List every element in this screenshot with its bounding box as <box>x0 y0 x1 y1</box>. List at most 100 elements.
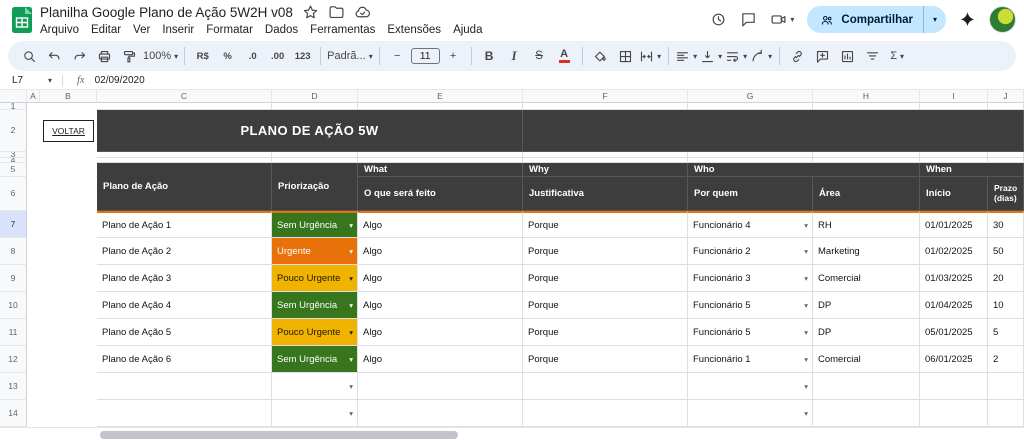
name-box[interactable]: L7▾ <box>0 75 58 86</box>
cell[interactable] <box>358 103 523 110</box>
format-currency-button[interactable]: R$ <box>191 44 214 68</box>
header-group-what[interactable]: What <box>358 163 523 177</box>
font-select[interactable]: Padrã...▾ <box>327 44 373 68</box>
header-group-who[interactable]: Who <box>688 163 920 177</box>
cell-why[interactable]: Porque <box>523 211 688 238</box>
cell-por-quem-dropdown[interactable]: Funcionário 1▾ <box>688 346 813 373</box>
row-header-13[interactable]: 13 <box>0 373 27 400</box>
cell[interactable] <box>920 400 988 427</box>
voltar-button[interactable]: VOLTAR <box>43 120 94 142</box>
header-priorizacao[interactable]: Priorização <box>272 163 358 211</box>
cell-prioridade-dropdown[interactable]: Urgente▾ <box>272 238 358 265</box>
column-header-h[interactable]: H <box>813 90 920 103</box>
increase-decimal-button[interactable]: .00 <box>266 44 289 68</box>
cell-por-quem-dropdown[interactable]: ▾ <box>688 373 813 400</box>
cell-why[interactable]: Porque <box>523 346 688 373</box>
cell-what[interactable]: Algo <box>358 292 523 319</box>
more-formats-button[interactable]: 123 <box>291 44 314 68</box>
cell-plano[interactable]: Plano de Ação 4 <box>97 292 272 319</box>
bold-button[interactable]: B <box>478 44 501 68</box>
cell[interactable] <box>813 103 920 110</box>
cell[interactable] <box>523 373 688 400</box>
cell[interactable] <box>523 400 688 427</box>
cell-por-quem-dropdown[interactable]: Funcionário 5▾ <box>688 292 813 319</box>
header-plano[interactable]: Plano de Ação <box>97 163 272 211</box>
column-header-i[interactable]: I <box>920 90 988 103</box>
cell-area[interactable]: DP <box>813 319 920 346</box>
cell[interactable] <box>920 103 988 110</box>
select-all-corner[interactable] <box>0 90 27 103</box>
sheets-logo-icon[interactable] <box>11 6 33 34</box>
cell-por-quem-dropdown[interactable]: Funcionário 2▾ <box>688 238 813 265</box>
cell-inicio[interactable]: 06/01/2025 <box>920 346 988 373</box>
cell[interactable] <box>688 103 813 110</box>
cell[interactable] <box>523 103 688 110</box>
cell[interactable] <box>813 400 920 427</box>
cell-prioridade-dropdown[interactable]: Pouco Urgente▾ <box>272 319 358 346</box>
text-color-button[interactable]: A <box>553 44 576 68</box>
cell-prioridade-dropdown[interactable]: Sem Urgência▾ <box>272 292 358 319</box>
horizontal-scrollbar[interactable] <box>0 427 1024 441</box>
cell[interactable] <box>988 400 1024 427</box>
row-header-8[interactable]: 8 <box>0 238 27 265</box>
cell-prioridade-dropdown[interactable]: Pouco Urgente▾ <box>272 265 358 292</box>
cell-prioridade-dropdown[interactable]: ▾ <box>272 400 358 427</box>
borders-button[interactable] <box>614 44 637 68</box>
row-header-14[interactable]: 14 <box>0 400 27 427</box>
formula-input[interactable]: 02/09/2020 <box>95 75 145 86</box>
header-prazo[interactable]: Prazo (dias) <box>988 177 1024 211</box>
cell-plano[interactable]: Plano de Ação 3 <box>97 265 272 292</box>
menu-formatar[interactable]: Formatar <box>200 22 259 38</box>
gemini-sparkle-icon[interactable] <box>959 11 976 28</box>
text-wrap-button[interactable]: ▾ <box>725 44 748 68</box>
column-header-a[interactable]: A <box>27 90 40 103</box>
cell-area[interactable]: DP <box>813 292 920 319</box>
cell-plano[interactable]: Plano de Ação 1 <box>97 211 272 238</box>
horizontal-align-button[interactable]: ▾ <box>675 44 698 68</box>
cell-prazo[interactable]: 50 <box>988 238 1024 265</box>
menu-extensoes[interactable]: Extensões <box>381 22 447 38</box>
cell-por-quem-dropdown[interactable]: Funcionário 4▾ <box>688 211 813 238</box>
zoom-select[interactable]: 100%▾ <box>143 44 178 68</box>
undo-button[interactable] <box>43 44 66 68</box>
doc-title[interactable]: Planilha Google Plano de Ação 5W2H v08 <box>40 5 293 20</box>
insert-comment-button[interactable] <box>811 44 834 68</box>
scrollbar-thumb[interactable] <box>100 431 458 439</box>
cell-area[interactable]: RH <box>813 211 920 238</box>
cell-plano[interactable]: Plano de Ação 2 <box>97 238 272 265</box>
cell-what[interactable]: Algo <box>358 319 523 346</box>
cell[interactable] <box>988 373 1024 400</box>
menu-dados[interactable]: Dados <box>259 22 304 38</box>
row-header-12[interactable]: 12 <box>0 346 27 373</box>
format-percent-button[interactable]: % <box>216 44 239 68</box>
strikethrough-button[interactable]: S <box>528 44 551 68</box>
menu-editar[interactable]: Editar <box>85 22 127 38</box>
increase-font-size-button[interactable]: + <box>442 44 465 68</box>
cell[interactable] <box>988 103 1024 110</box>
table-title[interactable]: PLANO DE AÇÃO 5W <box>97 110 523 152</box>
cell-por-quem-dropdown[interactable]: Funcionário 3▾ <box>688 265 813 292</box>
cell-inicio[interactable]: 01/04/2025 <box>920 292 988 319</box>
cell-por-quem-dropdown[interactable]: Funcionário 5▾ <box>688 319 813 346</box>
cell-why[interactable]: Porque <box>523 319 688 346</box>
cell-inicio[interactable]: 01/02/2025 <box>920 238 988 265</box>
cell[interactable] <box>358 400 523 427</box>
column-header-j[interactable]: J <box>988 90 1024 103</box>
cell-area[interactable]: Comercial <box>813 346 920 373</box>
cell[interactable] <box>272 103 358 110</box>
cell-why[interactable]: Porque <box>523 238 688 265</box>
cell-por-quem-dropdown[interactable]: ▾ <box>688 400 813 427</box>
header-por-quem[interactable]: Por quem <box>688 177 813 211</box>
cell-what[interactable]: Algo <box>358 211 523 238</box>
cell-why[interactable]: Porque <box>523 265 688 292</box>
menu-ferramentas[interactable]: Ferramentas <box>304 22 381 38</box>
cell[interactable] <box>97 103 272 110</box>
print-button[interactable] <box>93 44 116 68</box>
column-header-b[interactable]: B <box>40 90 97 103</box>
column-header-e[interactable]: E <box>358 90 523 103</box>
cell-plano[interactable]: Plano de Ação 6 <box>97 346 272 373</box>
cell-prazo[interactable]: 20 <box>988 265 1024 292</box>
search-menus-button[interactable] <box>18 44 41 68</box>
user-avatar[interactable] <box>989 6 1016 33</box>
header-inicio[interactable]: Início <box>920 177 988 211</box>
